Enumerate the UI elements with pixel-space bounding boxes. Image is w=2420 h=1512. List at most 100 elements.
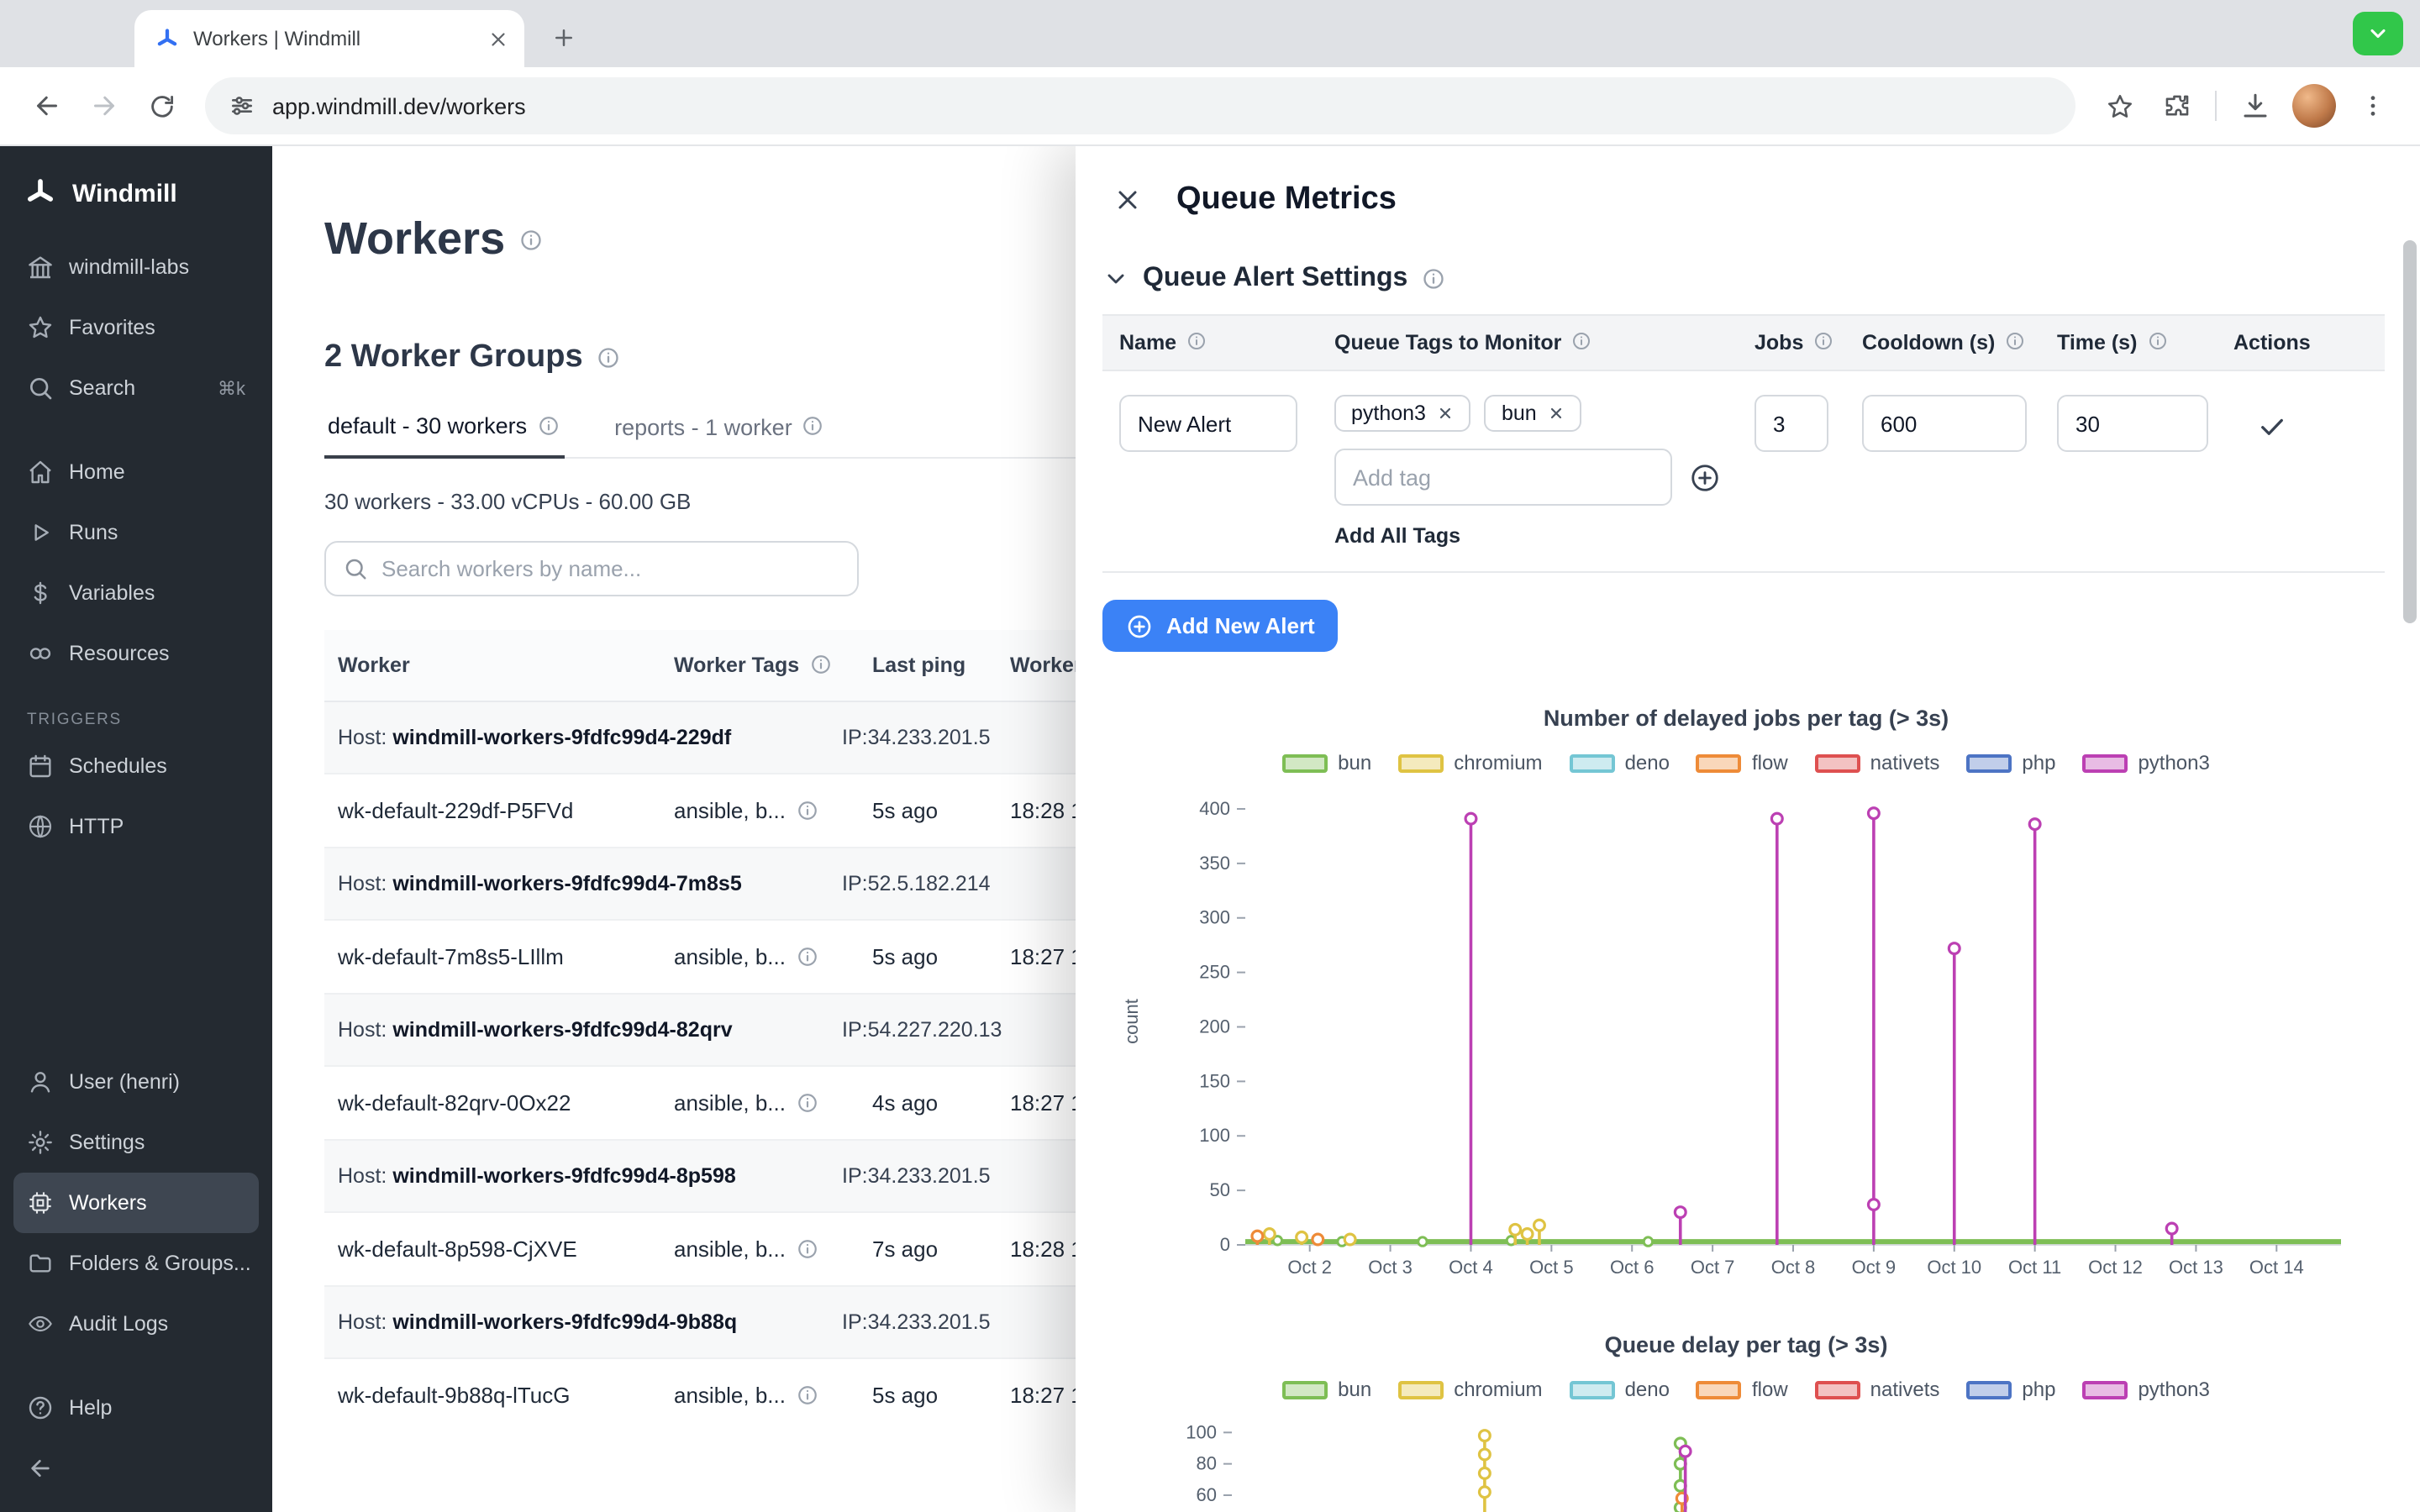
info-icon[interactable] xyxy=(1421,267,1444,291)
search-icon xyxy=(27,375,54,402)
legend-item-chromium[interactable]: chromium xyxy=(1398,751,1542,774)
alert-name-input[interactable] xyxy=(1119,395,1297,452)
sidebar-item-workspace[interactable]: windmill-labs xyxy=(13,237,259,297)
browser-menu-button[interactable] xyxy=(2346,79,2400,133)
legend-item-nativets[interactable]: nativets xyxy=(1815,1378,1940,1401)
forward-button[interactable] xyxy=(77,79,131,133)
info-icon[interactable] xyxy=(796,800,818,822)
info-icon[interactable] xyxy=(537,414,560,438)
sidebar-item-schedules[interactable]: Schedules xyxy=(13,736,259,796)
legend-item-bun[interactable]: bun xyxy=(1282,1378,1371,1401)
extensions-button[interactable] xyxy=(2149,79,2203,133)
legend-item-python3[interactable]: python3 xyxy=(2082,751,2209,774)
worker-name: wk-default-82qrv-0Ox22 xyxy=(324,1066,660,1140)
info-icon[interactable] xyxy=(796,1384,818,1406)
cooldown-input[interactable] xyxy=(1862,395,2027,452)
svg-text:Oct 7: Oct 7 xyxy=(1691,1257,1735,1278)
sidebar-item-favorites[interactable]: Favorites xyxy=(13,297,259,358)
sidebar-item-user[interactable]: User (henri) xyxy=(13,1052,259,1112)
drawer-close-button[interactable] xyxy=(1102,175,1153,225)
worker-name: wk-default-7m8s5-LIllm xyxy=(324,920,660,994)
info-icon[interactable] xyxy=(2147,331,2170,354)
confirm-alert-button[interactable] xyxy=(2257,412,2287,442)
worker-last-ping: 5s ago xyxy=(859,774,997,848)
legend-item-python3[interactable]: python3 xyxy=(2082,1378,2209,1401)
worker-search-input[interactable] xyxy=(381,556,840,581)
screen-share-dropdown-button[interactable] xyxy=(2353,12,2403,55)
legend-item-php[interactable]: php xyxy=(1966,751,2055,774)
legend-swatch xyxy=(1966,753,2012,772)
sidebar-item-home[interactable]: Home xyxy=(13,442,259,502)
chart-plot: 050100150200250300350400Oct 2Oct 3Oct 4O… xyxy=(1114,785,2378,1289)
sidebar-item-folders[interactable]: Folders & Groups... xyxy=(13,1233,259,1294)
sidebar-item-help[interactable]: Help xyxy=(13,1378,259,1438)
legend-item-flow[interactable]: flow xyxy=(1697,1378,1788,1401)
downloads-button[interactable] xyxy=(2228,79,2282,133)
tab-close-icon[interactable] xyxy=(484,25,511,52)
sidebar-item-settings[interactable]: Settings xyxy=(13,1112,259,1173)
svg-text:Oct 9: Oct 9 xyxy=(1852,1257,1897,1278)
info-icon[interactable] xyxy=(809,654,833,677)
sidebar-item-http[interactable]: HTTP xyxy=(13,796,259,857)
sidebar-item-variables[interactable]: Variables xyxy=(13,563,259,623)
new-tab-button[interactable] xyxy=(541,15,585,59)
sidebar-item-workers[interactable]: Workers xyxy=(13,1173,259,1233)
building-icon xyxy=(27,254,54,281)
info-icon[interactable] xyxy=(1813,331,1837,354)
site-settings-icon[interactable] xyxy=(229,92,255,119)
browser-tab[interactable]: Workers | Windmill xyxy=(134,10,524,67)
legend-swatch xyxy=(1815,753,1860,772)
chart-title: Number of delayed jobs per tag (> 3s) xyxy=(1102,706,2390,731)
drawer-scrollbar[interactable] xyxy=(2403,240,2417,623)
legend-item-bun[interactable]: bun xyxy=(1282,751,1371,774)
reload-button[interactable] xyxy=(134,79,188,133)
remove-tag-icon[interactable] xyxy=(1438,405,1455,422)
tab-default-group[interactable]: default - 30 workers xyxy=(324,413,564,459)
sidebar-item-resources[interactable]: Resources xyxy=(13,623,259,684)
info-icon[interactable] xyxy=(1186,331,1210,354)
info-icon[interactable] xyxy=(2005,331,2028,354)
sidebar-item-search[interactable]: Search ⌘k xyxy=(13,358,259,418)
info-icon[interactable] xyxy=(796,1238,818,1260)
bookmark-button[interactable] xyxy=(2092,79,2146,133)
tab-reports-group[interactable]: reports - 1 worker xyxy=(611,413,829,457)
section-title: Queue Alert Settings xyxy=(1143,264,1407,294)
info-icon[interactable] xyxy=(796,946,818,968)
legend-item-chromium[interactable]: chromium xyxy=(1398,1378,1542,1401)
time-input[interactable] xyxy=(2057,395,2208,452)
svg-text:Oct 6: Oct 6 xyxy=(1610,1257,1655,1278)
eye-icon xyxy=(27,1310,54,1337)
sidebar-item-runs[interactable]: Runs xyxy=(13,502,259,563)
info-icon[interactable] xyxy=(1571,331,1595,354)
worker-last-ping: 7s ago xyxy=(859,1212,997,1286)
svg-text:Oct 2: Oct 2 xyxy=(1287,1257,1332,1278)
col-last-ping: Last ping xyxy=(859,630,997,701)
tag-chip-bun[interactable]: bun xyxy=(1485,395,1582,432)
sidebar-item-audit-logs[interactable]: Audit Logs xyxy=(13,1294,259,1354)
info-icon[interactable] xyxy=(597,346,620,370)
collapse-sidebar-button[interactable] xyxy=(13,1438,259,1499)
add-new-alert-button[interactable]: Add New Alert xyxy=(1102,600,1339,652)
legend-item-nativets[interactable]: nativets xyxy=(1815,751,1940,774)
legend-item-deno[interactable]: deno xyxy=(1570,751,1670,774)
legend-item-flow[interactable]: flow xyxy=(1697,751,1788,774)
windmill-logo[interactable]: Windmill xyxy=(13,163,259,237)
jobs-input[interactable] xyxy=(1754,395,1828,452)
add-tag-button[interactable] xyxy=(1689,461,1721,493)
info-icon[interactable] xyxy=(802,415,826,438)
folder-icon xyxy=(27,1250,54,1277)
add-tag-input[interactable] xyxy=(1334,449,1672,506)
info-icon[interactable] xyxy=(796,1092,818,1114)
add-all-tags-link[interactable]: Add All Tags xyxy=(1334,524,1721,548)
tag-chip-python3[interactable]: python3 xyxy=(1334,395,1471,432)
remove-tag-icon[interactable] xyxy=(1549,405,1565,422)
legend-item-deno[interactable]: deno xyxy=(1570,1378,1670,1401)
address-bar[interactable]: app.windmill.dev/workers xyxy=(205,77,2075,134)
legend-item-php[interactable]: php xyxy=(1966,1378,2055,1401)
info-icon[interactable] xyxy=(518,228,542,251)
collapse-section-button[interactable] xyxy=(1102,265,1129,292)
profile-avatar[interactable] xyxy=(2292,84,2336,128)
svg-text:Oct 3: Oct 3 xyxy=(1368,1257,1413,1278)
back-button[interactable] xyxy=(20,79,74,133)
worker-group-tabs: default - 30 workers reports - 1 worker xyxy=(324,413,1118,459)
